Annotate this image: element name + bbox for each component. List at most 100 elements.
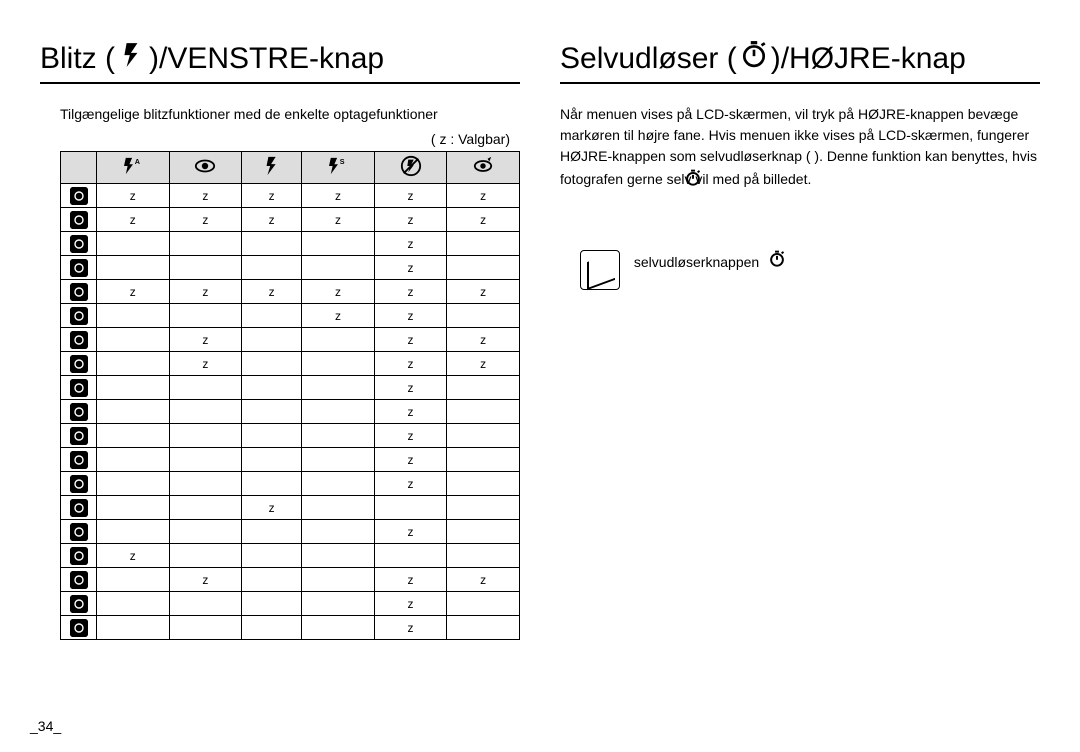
- cell: z: [374, 616, 447, 640]
- cell: [169, 472, 242, 496]
- left-subtitle: Tilgængelige blitzfunktioner med de enke…: [60, 104, 520, 125]
- cell: z: [374, 304, 447, 328]
- cell: z: [302, 304, 375, 328]
- cell: [242, 424, 302, 448]
- note-text: selvudløserknappen: [634, 254, 759, 270]
- cell: [242, 544, 302, 568]
- table-corner: [61, 152, 97, 184]
- cell: z: [447, 328, 520, 352]
- cell: [447, 232, 520, 256]
- cell: [169, 400, 242, 424]
- cell: [447, 304, 520, 328]
- cell: [374, 544, 447, 568]
- cell: z: [374, 592, 447, 616]
- note-box: selvudløserknappen: [580, 250, 1040, 290]
- cell: z: [242, 280, 302, 304]
- table-row: zzzzzz: [61, 184, 520, 208]
- cell: z: [169, 208, 242, 232]
- cell: [97, 352, 170, 376]
- right-title-pre: Selvudløser (: [560, 42, 737, 76]
- mode-sunset-icon: [61, 448, 97, 472]
- cell: z: [302, 184, 375, 208]
- cell: [242, 328, 302, 352]
- cell: [169, 376, 242, 400]
- table-row: z: [61, 424, 520, 448]
- mode-portrait-icon: [61, 328, 97, 352]
- table-row: z: [61, 400, 520, 424]
- cell: z: [374, 256, 447, 280]
- table-row: zzz: [61, 352, 520, 376]
- cell: [97, 328, 170, 352]
- col-red-eye: [169, 152, 242, 184]
- left-heading: Blitz ( )/VENSTRE-knap: [40, 40, 520, 84]
- cell: [242, 472, 302, 496]
- cell: [302, 496, 375, 520]
- cell: [97, 448, 170, 472]
- table-row: zzz: [61, 328, 520, 352]
- cell: [242, 568, 302, 592]
- cell: [302, 400, 375, 424]
- col-red-eye-fix: [447, 152, 520, 184]
- mode-text-icon: [61, 400, 97, 424]
- right-heading: Selvudløser ( )/HØJRE-knap: [560, 40, 1040, 84]
- cell: z: [447, 352, 520, 376]
- cell: z: [169, 280, 242, 304]
- cell: z: [169, 328, 242, 352]
- col-flash-off: [374, 152, 447, 184]
- cell: z: [374, 424, 447, 448]
- cell: [169, 232, 242, 256]
- table-row: z: [61, 496, 520, 520]
- cell: [302, 568, 375, 592]
- right-body-text: Når menuen vises på LCD-skærmen, vil try…: [560, 104, 1040, 190]
- cell: [447, 472, 520, 496]
- timer-icon-inline: [685, 173, 701, 189]
- mode-backlight-icon: [61, 496, 97, 520]
- cell: [302, 472, 375, 496]
- mode-closeup-icon: [61, 424, 97, 448]
- cell: [97, 568, 170, 592]
- svg-text:A: A: [135, 157, 140, 166]
- cell: [97, 304, 170, 328]
- cell: [242, 352, 302, 376]
- cell: z: [97, 544, 170, 568]
- cell: z: [374, 280, 447, 304]
- table-row: z: [61, 256, 520, 280]
- cell: [97, 472, 170, 496]
- cell: [97, 400, 170, 424]
- table-row: z: [61, 616, 520, 640]
- cell: [302, 352, 375, 376]
- table-row: z: [61, 472, 520, 496]
- cell: [302, 328, 375, 352]
- cell: z: [374, 376, 447, 400]
- col-slow-sync: S: [302, 152, 375, 184]
- cell: [302, 520, 375, 544]
- cell: z: [97, 280, 170, 304]
- cell: [447, 616, 520, 640]
- cell: z: [302, 208, 375, 232]
- cell: z: [374, 352, 447, 376]
- cell: z: [374, 328, 447, 352]
- timer-icon: [741, 40, 767, 76]
- cell: z: [447, 280, 520, 304]
- cell: z: [374, 472, 447, 496]
- mode-dis-icon: [61, 232, 97, 256]
- cell: [447, 256, 520, 280]
- cell: z: [97, 184, 170, 208]
- mode-fireworks-icon: [61, 520, 97, 544]
- cell: [302, 232, 375, 256]
- cell: z: [242, 208, 302, 232]
- cell: z: [374, 208, 447, 232]
- table-row: z: [61, 592, 520, 616]
- cell: [302, 592, 375, 616]
- cell: [97, 616, 170, 640]
- cell: [169, 448, 242, 472]
- table-row: z: [61, 448, 520, 472]
- page-number: _34_: [30, 718, 61, 734]
- cell: [97, 256, 170, 280]
- cell: z: [302, 280, 375, 304]
- cell: [447, 520, 520, 544]
- cell: [447, 424, 520, 448]
- cell: [242, 400, 302, 424]
- table-row: zzzzzz: [61, 208, 520, 232]
- cell: [302, 256, 375, 280]
